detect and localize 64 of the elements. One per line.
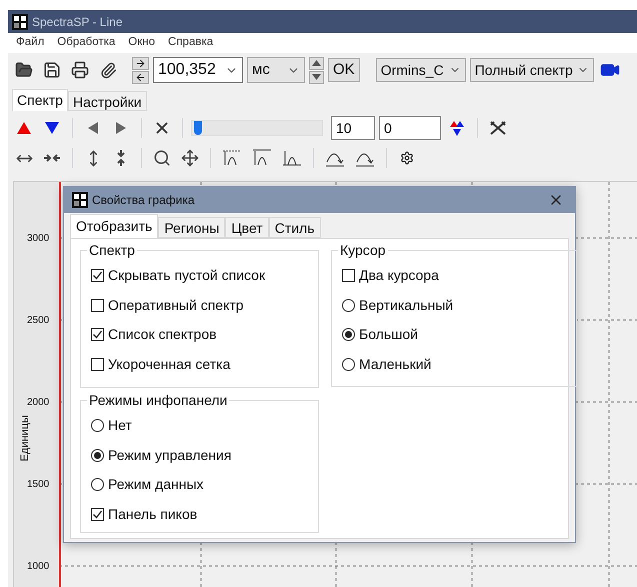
- option-label: Укороченная сетка: [108, 354, 230, 374]
- option-label: Скрывать пустой список: [108, 266, 266, 286]
- peak-min-icon[interactable]: [281, 148, 303, 168]
- arrow-right-button[interactable]: [132, 56, 149, 70]
- axis-tick-label: 2500: [27, 314, 50, 328]
- source-combo[interactable]: Ormins_C: [376, 58, 466, 82]
- menu-item[interactable]: Файл: [16, 34, 44, 52]
- peak-max-icon[interactable]: [251, 148, 273, 168]
- checkbox[interactable]: [342, 269, 355, 282]
- spin-up-button[interactable]: [309, 56, 324, 70]
- checkbox[interactable]: [91, 358, 104, 371]
- tab[interactable]: Стиль: [268, 217, 321, 238]
- menu-item[interactable]: Окно: [128, 34, 156, 52]
- axis-tick-label: 1500: [27, 478, 50, 492]
- radio-button[interactable]: [342, 328, 355, 342]
- checkbox[interactable]: [91, 298, 104, 312]
- peak-icon[interactable]: [221, 148, 243, 168]
- axis-title: Единицы: [18, 415, 32, 462]
- radio-button[interactable]: [91, 448, 104, 462]
- tab[interactable]: Цвет: [225, 217, 269, 238]
- menu-item[interactable]: Обработка: [57, 34, 116, 52]
- triangle-down-icon: [312, 74, 321, 80]
- spin-down-button[interactable]: [309, 70, 324, 84]
- axis-tick-label: 2000: [27, 396, 50, 410]
- axis-tick-label: 3000: [27, 232, 50, 246]
- tab[interactable]: Спектр: [12, 89, 68, 111]
- mode-combo[interactable]: Полный спектр: [470, 58, 594, 82]
- arrow-left-icon: [135, 72, 146, 82]
- menu-item[interactable]: Справка: [168, 34, 214, 52]
- slider-thumb[interactable]: [194, 121, 202, 135]
- option-label: Вертикальный: [359, 296, 454, 315]
- option-label: Маленький: [359, 354, 432, 374]
- checkbox[interactable]: [91, 269, 104, 282]
- slider-track[interactable]: [191, 120, 323, 136]
- radio-button[interactable]: [91, 419, 104, 432]
- option-label: Панель пиков: [108, 504, 198, 524]
- arrow-left-button[interactable]: [132, 70, 149, 84]
- app-logo: [12, 14, 28, 30]
- tab[interactable]: Регионы: [158, 217, 226, 238]
- arrow-right-icon: [135, 58, 146, 68]
- option-label: Список спектров: [108, 325, 217, 344]
- tab[interactable]: Настройки: [68, 91, 147, 111]
- radio-button[interactable]: [91, 478, 104, 492]
- radio-button[interactable]: [342, 298, 355, 312]
- option-label: Режим данных: [108, 475, 204, 494]
- triangle-up-icon: [312, 60, 321, 66]
- option-label: Нет: [108, 416, 132, 436]
- window-title: SpectraSP - Line: [32, 14, 122, 30]
- value-combo[interactable]: 100,352: [153, 57, 243, 83]
- radio-button[interactable]: [342, 358, 355, 371]
- option-label: Большой: [359, 325, 418, 344]
- option-label: Режим управления: [108, 446, 232, 465]
- tab[interactable]: Отобразить: [70, 214, 158, 238]
- number-field[interactable]: 0: [379, 116, 441, 140]
- axis-tick-label: 1000: [27, 560, 50, 574]
- ok-button[interactable]: OK: [328, 58, 360, 82]
- option-label: Два курсора: [359, 266, 439, 286]
- checkbox[interactable]: [91, 328, 104, 342]
- number-field[interactable]: 10: [331, 116, 375, 140]
- dialog-title: Свойства графика: [92, 192, 196, 209]
- checkbox[interactable]: [91, 508, 104, 521]
- unit-combo[interactable]: мс: [247, 57, 305, 83]
- dialog-logo: [72, 192, 88, 208]
- option-label: Оперативный спектр: [108, 296, 244, 315]
